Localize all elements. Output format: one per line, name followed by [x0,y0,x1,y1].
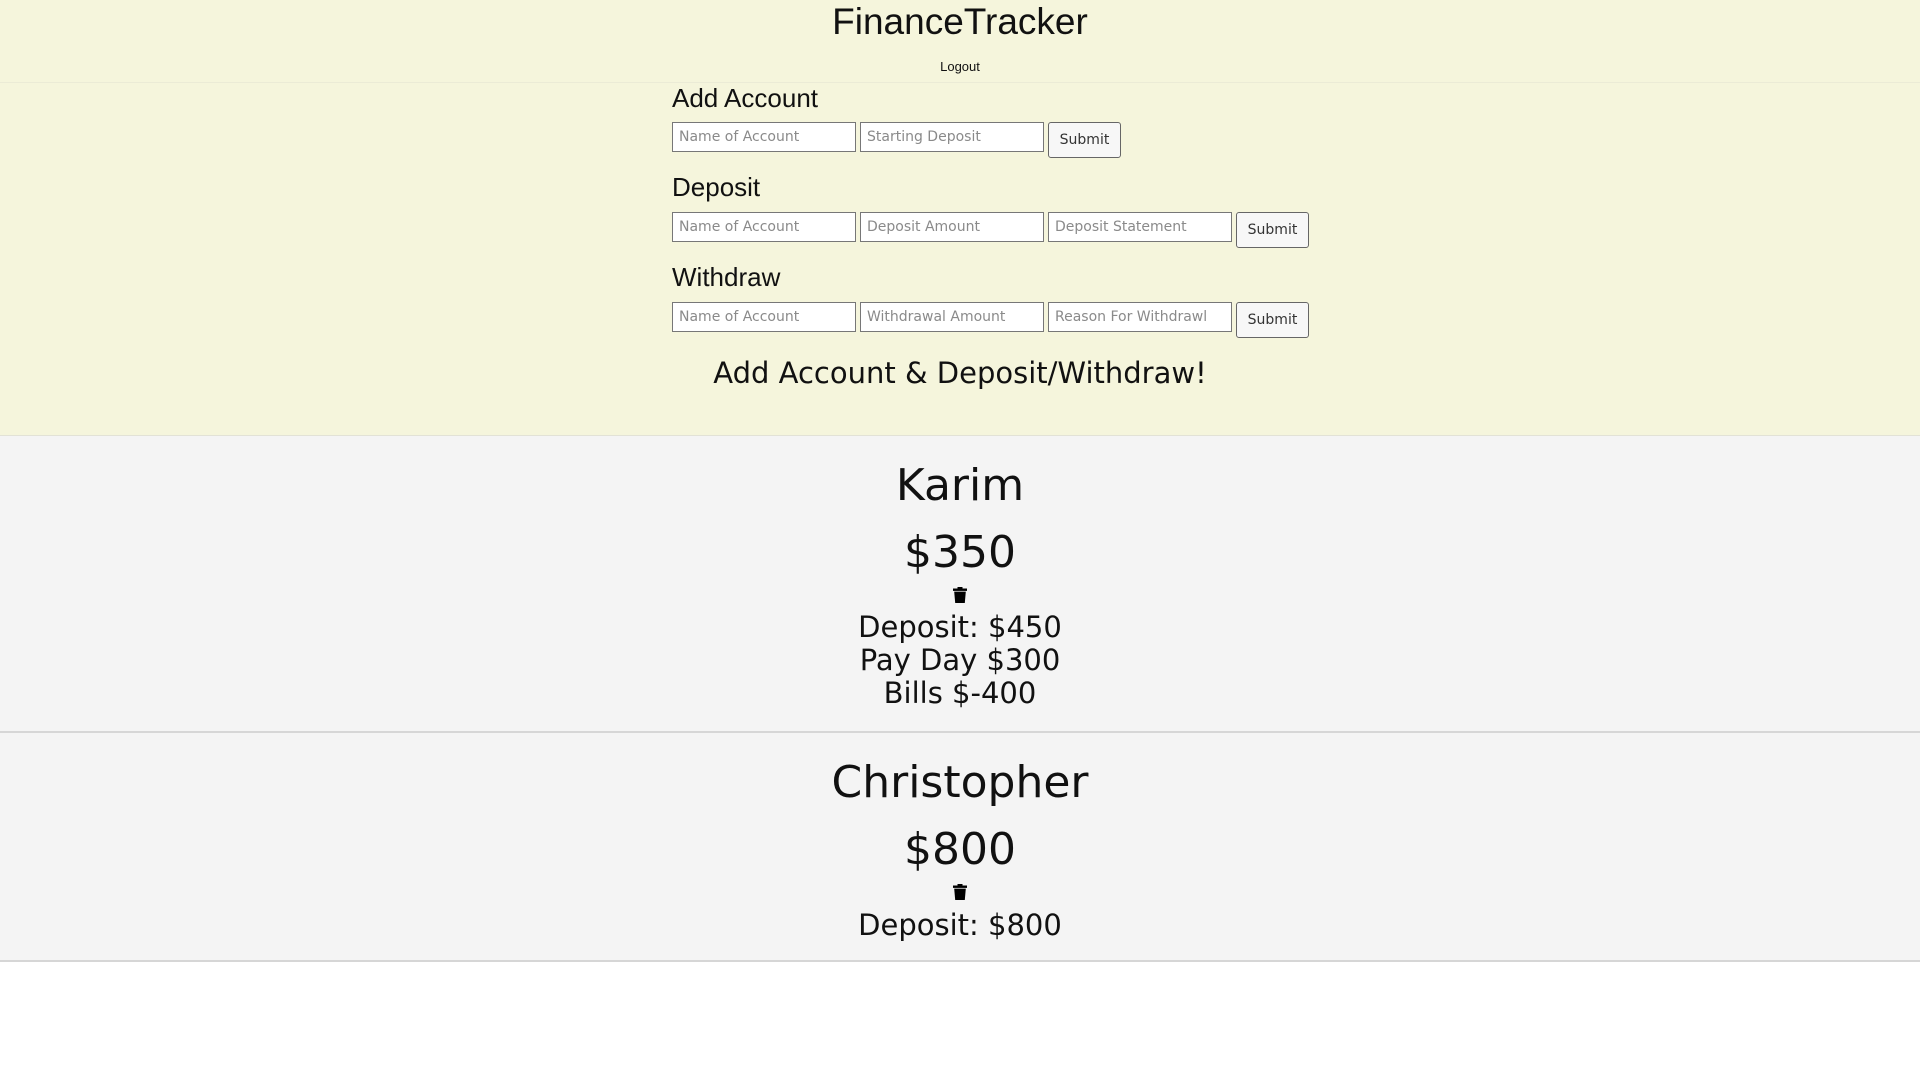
withdraw-submit-button[interactable]: Submit [1236,302,1309,338]
deposit-account-name-input[interactable] [672,212,856,242]
logout-link[interactable]: Logout [0,59,1920,75]
account-card: Karim $350 Deposit: $450 Pay Day $300 Bi… [0,436,1920,733]
app-title: FinanceTracker [832,1,1088,42]
add-account-title: Add Account [672,83,818,113]
account-balance: $800 [904,824,1016,875]
deposit-statement-input[interactable] [1048,212,1232,242]
account-balance: $350 [904,527,1016,578]
deposit-amount-input[interactable] [860,212,1044,242]
add-account-submit-button[interactable]: Submit [1048,122,1121,158]
withdrawal-reason-input[interactable] [1048,302,1232,332]
deposit-title: Deposit [672,172,761,202]
starting-deposit-input[interactable] [860,122,1044,152]
deposit-submit-button[interactable]: Submit [1236,212,1309,248]
account-name: Christopher [831,757,1089,808]
transaction-item: Deposit: $450 [858,610,1062,644]
account-card: Christopher $800 Deposit: $800 [0,733,1920,962]
control-panel: FinanceTracker Logout Add Account Submit… [0,0,1920,436]
account-name: Karim [895,460,1025,511]
trash-icon[interactable] [953,884,967,900]
transaction-list: Deposit: $450 Pay Day $300 Bills $-400 [0,611,1920,710]
transaction-item: Deposit: $800 [858,908,1062,942]
account-name-input[interactable] [672,122,856,152]
trash-icon[interactable] [953,587,967,603]
withdraw-account-name-input[interactable] [672,302,856,332]
withdrawal-amount-input[interactable] [860,302,1044,332]
tagline: Add Account & Deposit/Withdraw! [713,356,1207,390]
transaction-list: Deposit: $800 [0,909,1920,942]
transaction-item: Pay Day $300 [859,643,1061,677]
withdraw-title: Withdraw [672,262,781,292]
site-header: FinanceTracker Logout [0,0,1920,83]
transaction-item: Bills $-400 [883,676,1037,710]
